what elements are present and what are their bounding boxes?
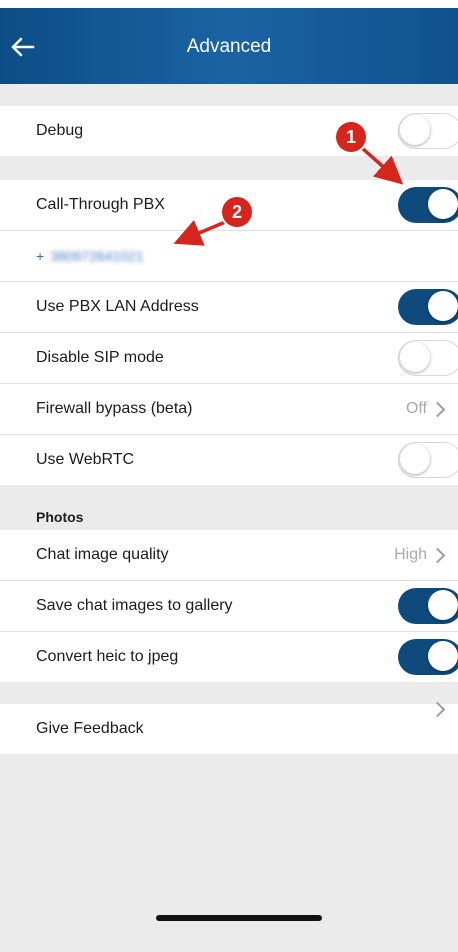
chevron-right-icon <box>429 547 446 563</box>
lan-row[interactable]: Use PBX LAN Address <box>0 282 458 333</box>
nav-header: Advanced <box>0 8 458 84</box>
sip-label: Disable SIP mode <box>36 349 164 366</box>
firewall-value-text: Off <box>405 400 427 417</box>
debug-toggle[interactable] <box>398 113 458 149</box>
pbx-section: Call-Through PBX +380972641021 Use PBX L… <box>0 180 458 485</box>
image-quality-value: High <box>394 530 446 580</box>
call-through-label: Call-Through PBX <box>36 196 165 213</box>
photos-section-header: Photos <box>36 509 84 525</box>
webrtc-row[interactable]: Use WebRTC <box>0 435 458 485</box>
save-images-toggle[interactable] <box>398 588 458 624</box>
save-images-label: Save chat images to gallery <box>36 597 233 614</box>
home-indicator <box>156 915 322 921</box>
toggle-knob <box>428 641 458 671</box>
firewall-value: Off <box>406 384 446 434</box>
debug-row[interactable]: Debug <box>0 106 458 156</box>
phone-prefix: + <box>36 248 45 264</box>
feedback-section: Give Feedback <box>0 701 458 754</box>
toggle-knob <box>428 291 458 321</box>
image-quality-row[interactable]: Chat image quality High <box>0 530 458 581</box>
save-images-row[interactable]: Save chat images to gallery <box>0 581 458 632</box>
status-bar-area <box>0 0 458 8</box>
toggle-knob <box>400 444 430 474</box>
toggle-knob <box>428 189 458 219</box>
lan-toggle[interactable] <box>398 289 458 325</box>
image-quality-label: Chat image quality <box>36 546 169 563</box>
feedback-label: Give Feedback <box>36 720 144 737</box>
annotation-badge-2: 2 <box>222 197 252 227</box>
image-quality-value-text: High <box>394 546 427 563</box>
page-title: Advanced <box>186 36 272 57</box>
debug-section: Debug <box>0 106 458 156</box>
webrtc-label: Use WebRTC <box>36 451 135 468</box>
call-through-toggle[interactable] <box>398 187 458 223</box>
heic-toggle[interactable] <box>398 639 458 675</box>
phone-digits-blurred: 380972641021 <box>50 248 144 264</box>
photos-section: Chat image quality High Save chat images… <box>0 530 458 682</box>
phone-number-row[interactable]: +380972641021 <box>0 231 458 282</box>
webrtc-toggle[interactable] <box>398 442 458 478</box>
firewall-label: Firewall bypass (beta) <box>36 400 193 417</box>
lan-label: Use PBX LAN Address <box>36 298 199 315</box>
toggle-knob <box>428 590 458 620</box>
feedback-row[interactable]: Give Feedback <box>0 701 458 754</box>
firewall-row[interactable]: Firewall bypass (beta) Off <box>0 384 458 435</box>
toggle-knob <box>400 115 430 145</box>
debug-label: Debug <box>36 122 84 139</box>
phone-number[interactable]: +380972641021 <box>36 231 144 281</box>
heic-label: Convert heic to jpeg <box>36 648 179 665</box>
sip-row[interactable]: Disable SIP mode <box>0 333 458 384</box>
heic-row[interactable]: Convert heic to jpeg <box>0 632 458 682</box>
annotation-badge-1: 1 <box>336 122 366 152</box>
chevron-right-icon <box>429 401 446 417</box>
chevron-right-icon <box>429 701 446 718</box>
sip-toggle[interactable] <box>398 340 458 376</box>
feedback-chevron <box>429 701 446 718</box>
toggle-knob <box>400 342 430 372</box>
